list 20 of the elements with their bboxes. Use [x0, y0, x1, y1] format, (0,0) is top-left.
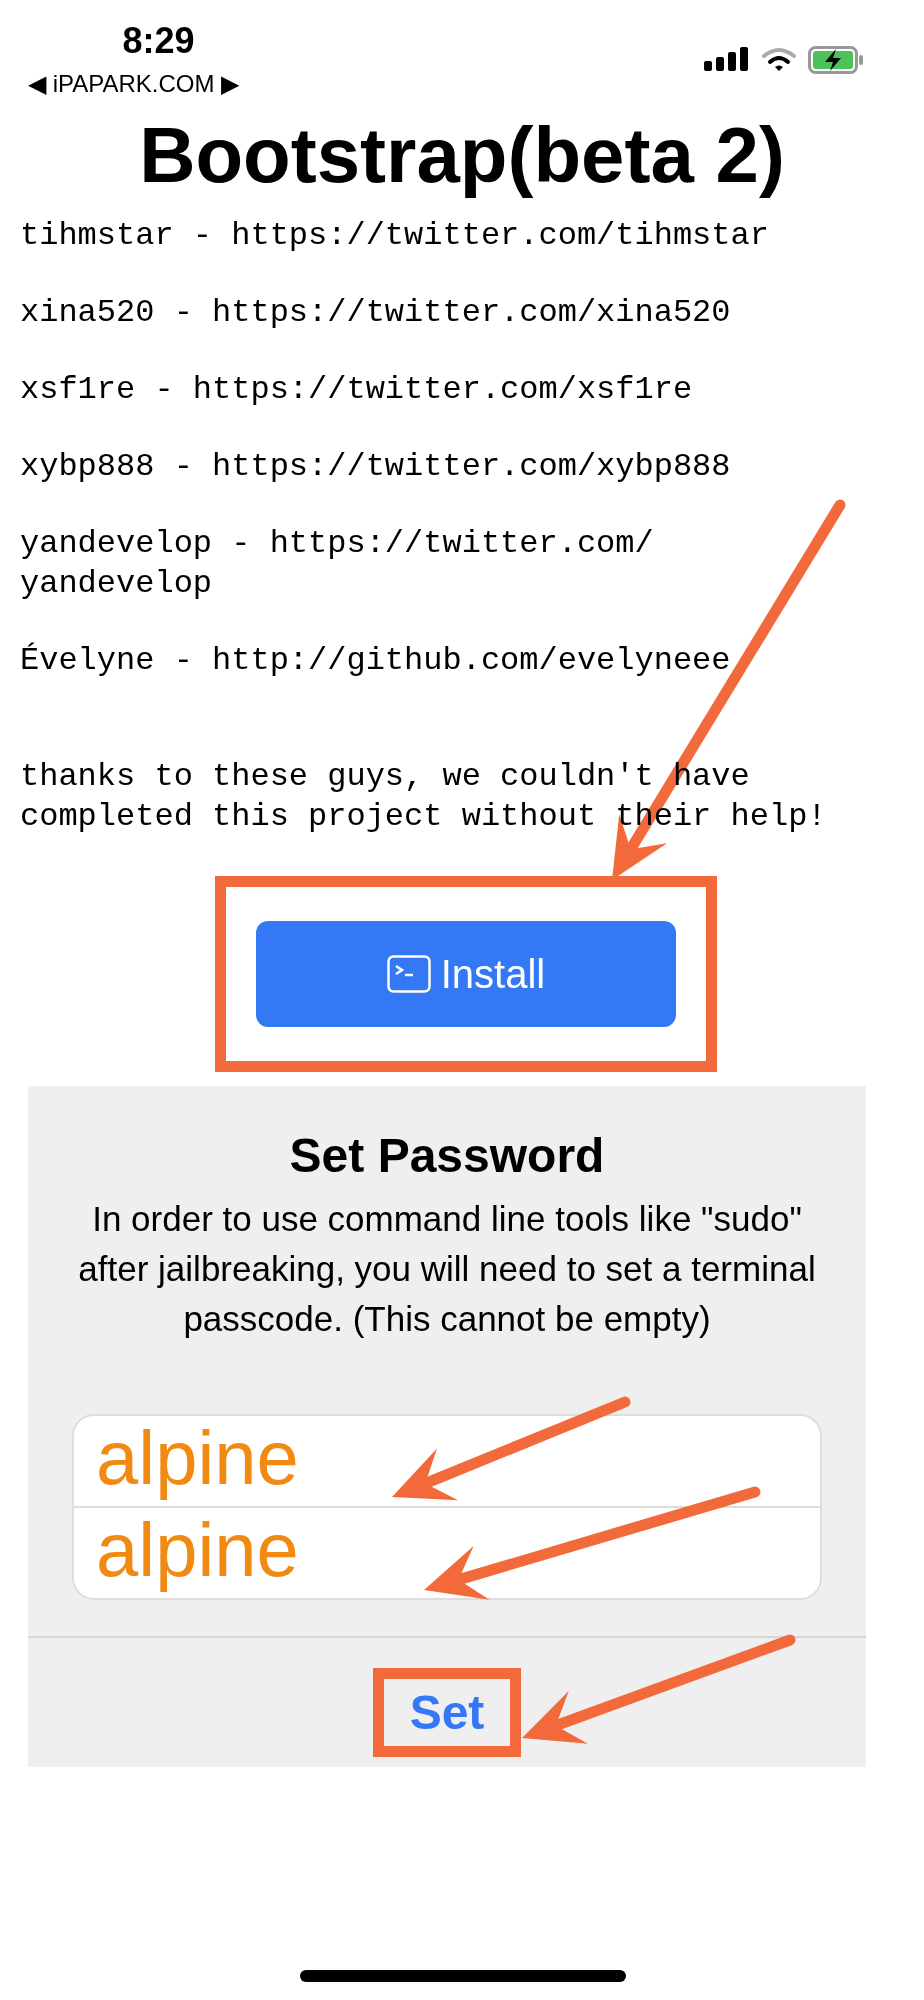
credit-text: yandevelop - https://twitter.com/ yandevelop	[20, 524, 655, 604]
credit-text: xsf1re - https://twitter.com/xsf1re	[20, 370, 694, 410]
credit-text: xina520 - https://twitter.com/xina520	[20, 293, 732, 333]
annotation-text: alpine	[96, 1418, 299, 1498]
terminal-icon	[386, 955, 431, 993]
dialog-title: Set Password	[288, 1128, 606, 1184]
credit-text: xybp888 - https://twitter.com/xybp888	[20, 447, 732, 487]
wifi-icon	[762, 47, 796, 73]
status-time: 8:29	[122, 20, 195, 62]
install-button[interactable]: Install	[256, 921, 676, 1027]
annotation-text: alpine	[96, 1510, 299, 1590]
credit-text: tihmstar - https://twitter.com/tihmstar	[20, 216, 770, 256]
back-link[interactable]: ◀ iPAPARK.COM ▶	[28, 70, 240, 98]
dialog-message: In order to use command line tools like "sudo" after jailbreaking, you will need to set a terminal passcode. (This cannot be empty)	[77, 1198, 817, 1340]
set-button[interactable]: Set	[395, 1679, 499, 1746]
battery-charging-icon	[808, 46, 864, 74]
password-field[interactable]: alpine	[74, 1416, 820, 1506]
page-title: Bootstrap(beta 2)	[138, 110, 786, 200]
signal-icon	[704, 47, 750, 73]
credit-text: Évelyne - http://github.com/evelyneee	[20, 641, 732, 681]
